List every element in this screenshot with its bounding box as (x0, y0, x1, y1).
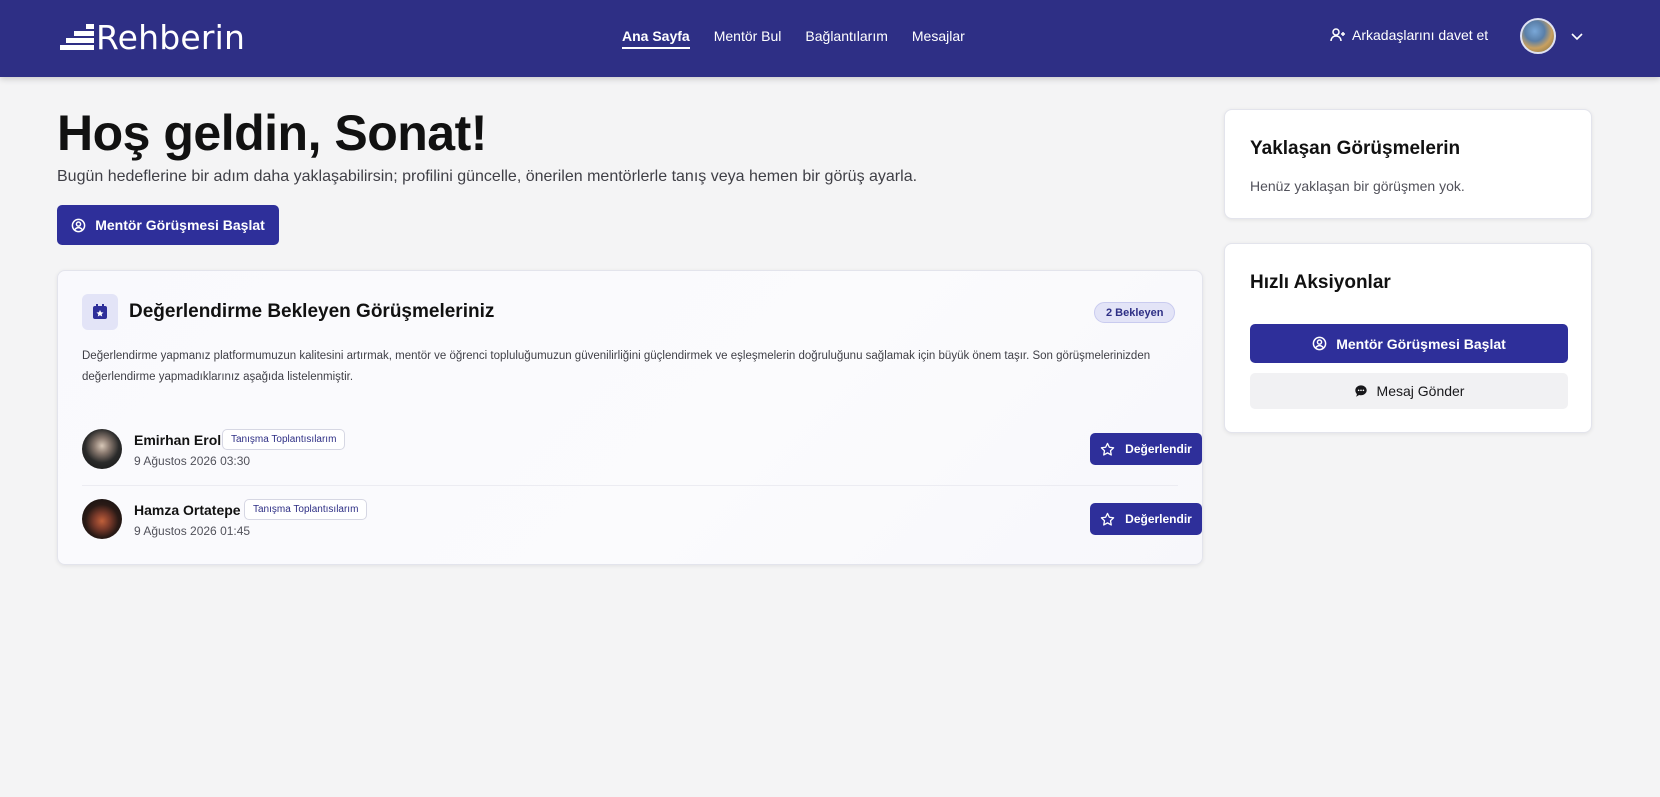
pending-count-badge: 2 Bekleyen (1094, 302, 1176, 323)
start-mentor-meeting-label: Mentör Görüşmesi Başlat (95, 217, 265, 233)
meeting-type-tag: Tanışma Toplantısılarım (244, 499, 368, 520)
user-plus-icon (1330, 28, 1345, 42)
page-title: Hoş geldin, Sonat! (57, 105, 487, 161)
user-menu[interactable] (1520, 18, 1584, 54)
nav-item-find-mentor[interactable]: Mentör Bul (714, 27, 782, 49)
nav-item-messages[interactable]: Mesajlar (912, 27, 965, 49)
send-message-button[interactable]: Mesaj Gönder (1250, 373, 1568, 409)
chat-bubble-icon (1354, 385, 1367, 397)
user-circle-icon (1312, 336, 1327, 351)
avatar (1520, 18, 1556, 54)
nav-item-connections[interactable]: Bağlantılarım (805, 27, 887, 49)
nav-item-home[interactable]: Ana Sayfa (622, 27, 690, 49)
avatar (82, 429, 122, 469)
quick-start-mentor-meeting-button[interactable]: Mentör Görüşmesi Başlat (1250, 324, 1568, 363)
upcoming-meetings-title: Yaklaşan Görüşmelerin (1250, 138, 1461, 159)
quick-start-mentor-meeting-label: Mentör Görüşmesi Başlat (1336, 335, 1506, 352)
pending-reviews-card: Değerlendirme Bekleyen Görüşmeleriniz 2 … (57, 270, 1203, 565)
star-icon (1100, 512, 1115, 526)
page-subtitle: Bugün hedeflerine bir adım daha yaklaşab… (57, 168, 918, 185)
top-navbar: Rehberin Ana Sayfa Mentör Bul Bağlantıla… (0, 0, 1660, 77)
invite-friends-label: Arkadaşlarını davet et (1352, 27, 1489, 43)
rate-button[interactable]: Değerlendir (1090, 433, 1202, 465)
divider (82, 485, 1178, 486)
logo-text: Rehberin (96, 18, 246, 57)
upcoming-empty-text: Henüz yaklaşan bir görüşmen yok. (1250, 178, 1465, 194)
pending-reviews-title: Değerlendirme Bekleyen Görüşmeleriniz (129, 301, 495, 322)
meeting-type-tag: Tanışma Toplantısılarım (222, 429, 346, 450)
meeting-date: 9 Ağustos 2026 03:30 (134, 454, 251, 468)
avatar (82, 499, 122, 539)
send-message-label: Mesaj Gönder (1376, 383, 1465, 399)
list-item: Hamza Ortatepe Tanışma Toplantısılarım 9… (82, 489, 1202, 549)
star-icon (1100, 442, 1115, 456)
meeting-date: 9 Ağustos 2026 01:45 (134, 524, 251, 538)
pending-reviews-description: Değerlendirme yapmanız platformumuzun ka… (82, 350, 1151, 383)
rate-label: Değerlendir (1125, 442, 1192, 456)
chevron-down-icon (1571, 33, 1583, 41)
mentor-name: Emirhan Erol (134, 432, 222, 448)
list-item: Emirhan Erol Tanışma Toplantısılarım 9 A… (82, 419, 1202, 479)
logo-mark-icon (60, 24, 94, 50)
start-mentor-meeting-button[interactable]: Mentör Görüşmesi Başlat (57, 205, 279, 245)
logo[interactable]: Rehberin (60, 18, 245, 58)
calendar-star-icon (82, 294, 118, 330)
main-nav: Ana Sayfa Mentör Bul Bağlantılarım Mesaj… (622, 27, 989, 49)
mentor-name: Hamza Ortatepe (134, 502, 241, 518)
user-circle-icon (71, 218, 86, 232)
upcoming-meetings-card: Yaklaşan Görüşmelerin Henüz yaklaşan bir… (1224, 109, 1592, 219)
rate-button[interactable]: Değerlendir (1090, 503, 1202, 535)
invite-friends-link[interactable]: Arkadaşlarını davet et (1330, 27, 1488, 43)
rate-label: Değerlendir (1125, 512, 1192, 526)
quick-actions-title: Hızlı Aksiyonlar (1250, 272, 1391, 293)
quick-actions-card: Hızlı Aksiyonlar Mentör Görüşmesi Başlat… (1224, 243, 1592, 433)
